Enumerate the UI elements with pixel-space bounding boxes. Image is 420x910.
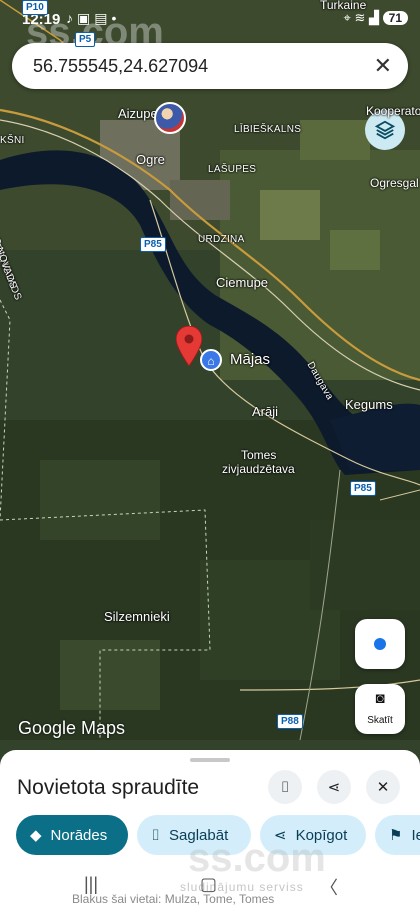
map-label-kooperato: Kooperato	[366, 104, 420, 118]
my-location-button[interactable]	[355, 619, 405, 669]
map-label-urdzina: URDZIŅA	[198, 234, 245, 245]
road-shield-p85-north: P85	[140, 237, 166, 252]
search-bar[interactable]: 56.755545,24.627094 ✕	[12, 43, 408, 89]
home-nav-icon[interactable]: ▢	[200, 874, 217, 895]
share-icon: ⋖	[327, 779, 341, 796]
map-label-kegums: Kegums	[345, 397, 393, 412]
map-label-tomes: Tomes	[241, 448, 277, 462]
camera-icon: ◙	[375, 690, 385, 707]
bookmark-icon: ⌷	[280, 778, 290, 796]
street-view-label: Skatīt	[367, 715, 393, 726]
dot-icon: •	[111, 10, 121, 26]
directions-icon: ◆	[30, 827, 42, 844]
map-label-lasupes: LAŠUPES	[208, 164, 257, 175]
bookmark-button[interactable]: ⌷	[268, 770, 302, 804]
label-button[interactable]: ⚑ Ie	[375, 815, 420, 855]
dropped-pin-icon[interactable]	[176, 326, 202, 366]
map-label-ciemupe: Ciemupe	[216, 275, 269, 290]
system-nav-bar: ||| ▢ 〈	[0, 870, 420, 900]
road-shield-p88: P88	[277, 714, 303, 729]
map-label-aizupe: Aizupe	[118, 106, 158, 121]
battery-level: 71	[382, 11, 408, 25]
map-label-turkaine: Turkaine	[320, 0, 367, 12]
directions-button[interactable]: ◆ Norādes	[16, 815, 128, 855]
bookmark-icon: ⌷	[151, 826, 161, 844]
status-left-icons: ♪▣▤•	[66, 10, 120, 27]
home-icon[interactable]: ⌂	[200, 349, 222, 371]
google-maps-logo: Google Maps	[18, 718, 126, 738]
label-button-text: Ie	[411, 826, 420, 844]
road-shield-p5: P5	[75, 32, 96, 47]
map-label-ksni: KŠNI	[0, 135, 25, 146]
location-icon: ⌖	[343, 10, 351, 25]
map-label-ogre: Ogre	[136, 152, 165, 167]
close-icon: ✕	[376, 779, 390, 796]
map-label-zivjaudzetava: zivjaudzētava	[222, 462, 295, 476]
search-input[interactable]: 56.755545,24.627094	[33, 56, 208, 77]
sheet-title: Novietota spraudīte	[17, 776, 200, 799]
share-icon-button[interactable]: ⋖	[317, 770, 351, 804]
location-dot-icon	[374, 638, 386, 650]
close-sheet-button[interactable]: ✕	[366, 770, 400, 804]
avatar[interactable]	[154, 102, 186, 134]
road-shield-p85-south: P85	[350, 481, 376, 496]
status-right-icons: ⌖ ≋ ▟ 71	[344, 10, 408, 26]
map-label-ogresgal: Ogresgal	[370, 176, 419, 190]
tiktok-icon: ♪	[66, 10, 77, 26]
map-label-majas: Mājas	[230, 351, 271, 368]
gallery-icon: ▤	[94, 10, 112, 26]
back-icon[interactable]: 〈	[320, 874, 338, 900]
map-label-araji: Arāji	[252, 404, 279, 419]
close-icon[interactable]: ✕	[374, 53, 392, 79]
directions-label: Norādes	[50, 826, 108, 844]
signal-icon: ▟	[369, 10, 380, 25]
wifi-icon: ≋	[354, 10, 366, 25]
sheet-drag-handle[interactable]	[190, 758, 230, 762]
map-label-libieskalns: LĪBIEŠKALNS	[234, 124, 302, 135]
layers-icon	[374, 120, 396, 140]
recents-icon[interactable]: |||	[84, 874, 98, 895]
flag-icon: ⚑	[389, 827, 403, 844]
road-shield-p10: P10	[22, 0, 48, 15]
map-label-silzemnieki: Silzemnieki	[104, 609, 170, 624]
screen-icon: ▣	[77, 10, 95, 26]
street-view-button[interactable]: ◙ Skatīt	[355, 684, 405, 734]
